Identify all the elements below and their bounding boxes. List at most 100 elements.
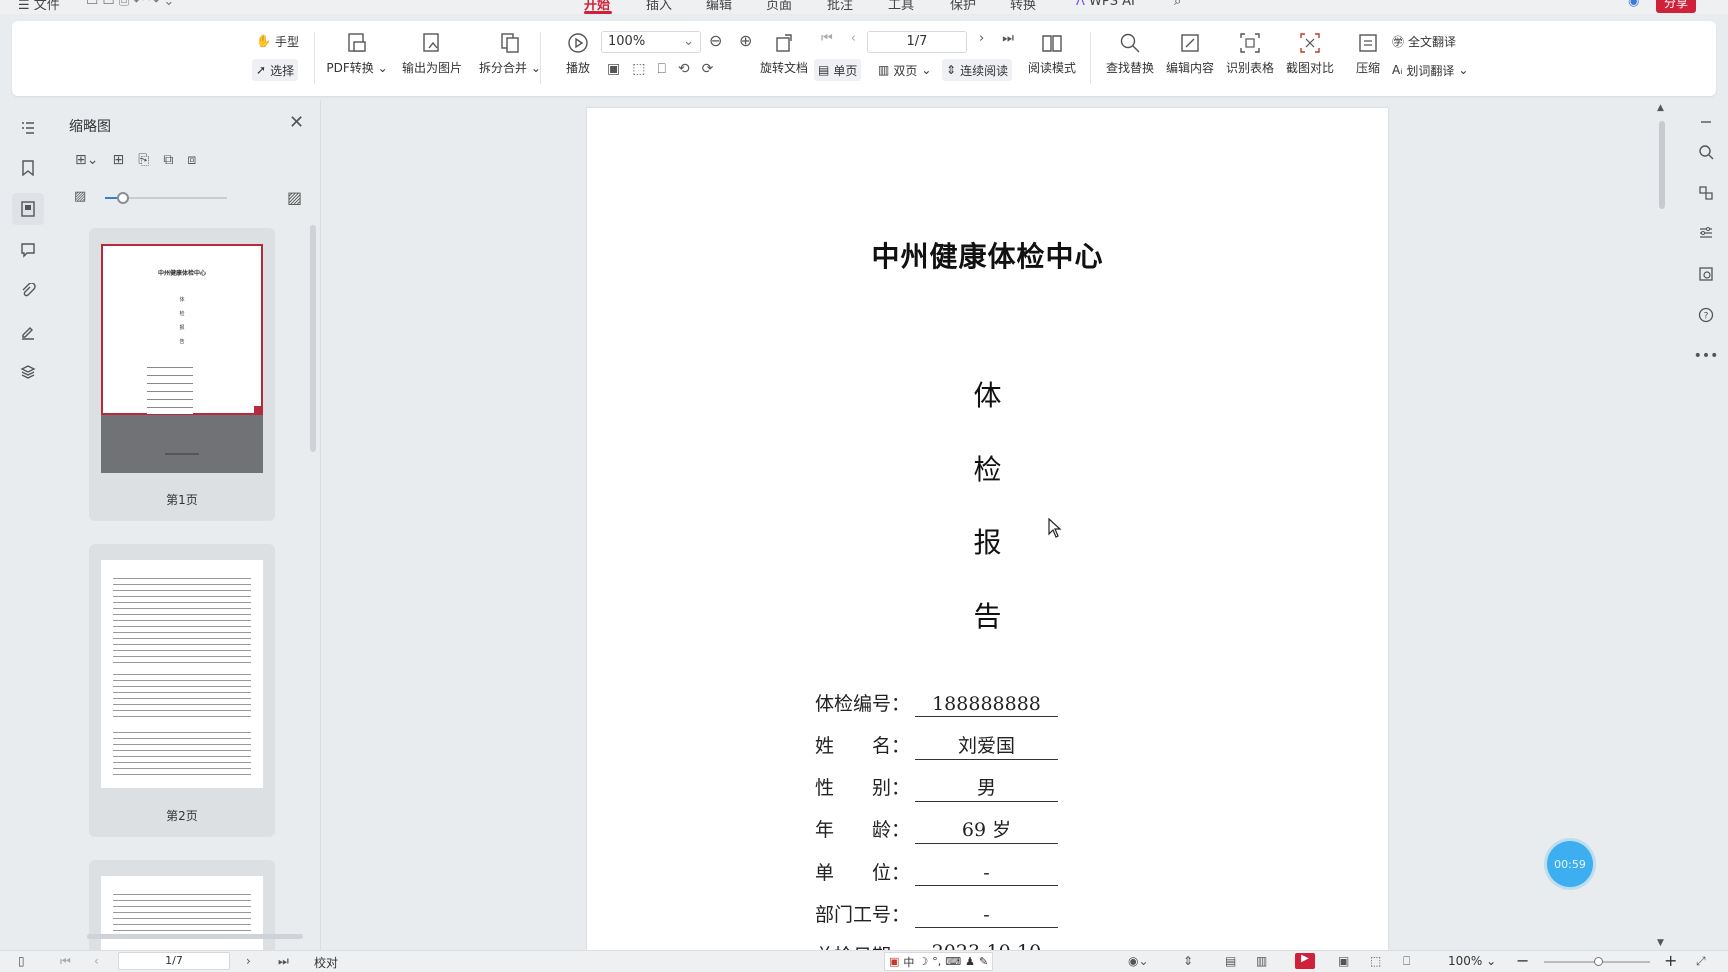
fullscreen-icon[interactable]: ⤢ (1696, 954, 1706, 969)
right-sidebar: ? ••• (1684, 110, 1728, 950)
word-translate-icon: Aᵢ (1392, 63, 1403, 77)
play-button[interactable]: 播放 (556, 30, 600, 76)
rotate-right-icon[interactable]: ⟳ (702, 61, 714, 77)
extract-page-icon[interactable]: ⧉ (163, 152, 173, 168)
layers-icon[interactable] (12, 356, 44, 388)
tab-page[interactable]: 页面 (766, 0, 792, 13)
scroll-down-icon[interactable]: ▼ (1657, 938, 1664, 948)
status-double-page-icon[interactable]: ▥ (1256, 954, 1267, 968)
tab-convert[interactable]: 转换 (1010, 0, 1036, 13)
status-play-icon[interactable]: ▶ (1295, 953, 1315, 969)
status-zoom-slider[interactable] (1544, 957, 1650, 966)
status-fit-icon[interactable]: ▣ (1338, 954, 1349, 968)
status-fullpage-icon[interactable]: ⬚ (1370, 954, 1381, 968)
status-zoom-handle[interactable] (1594, 957, 1603, 966)
reading-mode-button[interactable]: 阅读模式 (1022, 30, 1082, 76)
close-icon[interactable]: ✕ (289, 112, 304, 133)
search-icon[interactable]: ⌕ (1174, 0, 1181, 9)
attachment-icon[interactable] (12, 275, 44, 307)
tab-annotate[interactable]: 批注 (827, 0, 853, 13)
thumbnail-card-page-1[interactable]: 中州健康体检中心 体 检 报 告 第1页 (89, 228, 275, 521)
page-number-input[interactable]: 1/7 (867, 31, 967, 53)
search-panel-icon[interactable] (1694, 140, 1718, 164)
word-translate-button[interactable]: Aᵢ 划词翻译 ⌄ (1388, 59, 1472, 81)
continuous-read-button[interactable]: ⇕ 连续阅读 (942, 59, 1013, 81)
slider-handle[interactable] (117, 192, 130, 204)
document-scrollbar[interactable]: ▲ ▼ (1656, 103, 1666, 948)
panel-horizontal-scrollbar[interactable] (87, 934, 303, 939)
compress-button[interactable]: 压缩 (1346, 30, 1390, 76)
field-exam-number: 体检编号： 188888888 (815, 689, 1058, 717)
status-zoom-out-icon[interactable]: − (1516, 951, 1529, 970)
status-first-page-icon[interactable]: ⏮ (60, 954, 71, 969)
ime-toolbar[interactable]: ▣ 中 ☽ °, ⌨ ♟ ✎ (884, 952, 994, 971)
status-zoom-in-icon[interactable]: + (1664, 951, 1677, 970)
double-page-button[interactable]: ▥ 双页 ⌄ (874, 59, 935, 81)
translate-panel-icon[interactable] (1694, 181, 1718, 205)
tab-tools[interactable]: 工具 (888, 0, 914, 13)
thumbnail-icon[interactable] (12, 193, 44, 225)
insert-page-icon[interactable]: ⊞ (112, 152, 124, 168)
cloud-upload-icon[interactable]: ◉ (1628, 0, 1639, 9)
scroll-up-icon[interactable]: ▲ (1657, 103, 1664, 113)
grid-view-icon[interactable]: ⊞⌄ (75, 152, 98, 168)
zoom-out-icon[interactable]: ⊖ (709, 31, 722, 50)
tab-insert[interactable]: 插入 (646, 0, 672, 13)
thumbnail-zoom-slider[interactable] (105, 192, 227, 204)
select-tool-button[interactable]: ➚ 选择 (252, 59, 299, 81)
help-icon[interactable]: ? (1694, 303, 1718, 327)
reading-panel-icon[interactable] (1694, 262, 1718, 286)
actual-size-icon[interactable]: ▣ (607, 61, 620, 77)
replace-page-icon[interactable]: ⧈ (187, 152, 196, 168)
recording-timer[interactable]: 00:59 (1547, 841, 1593, 887)
minus-icon[interactable] (1694, 110, 1718, 134)
zoom-select[interactable]: 100% ⌄ (601, 31, 701, 53)
bookmark-icon[interactable] (12, 152, 44, 184)
find-replace-button[interactable]: 查找替换 (1100, 30, 1160, 76)
next-page-icon[interactable]: › (979, 31, 984, 46)
single-page-button[interactable]: ▤ 单页 (814, 59, 862, 81)
prev-page-icon[interactable]: ‹ (851, 31, 856, 46)
full-translate-button[interactable]: ㊫全文翻译 (1388, 30, 1460, 52)
page-settings-icon[interactable]: ⎘ (138, 152, 149, 168)
sidebar-toggle-icon[interactable]: ▯ (18, 954, 25, 968)
more-icon[interactable]: ••• (1694, 344, 1719, 368)
tab-protect[interactable]: 保护 (950, 0, 976, 13)
rotate-left-icon[interactable]: ⟲ (678, 61, 690, 77)
status-last-page-icon[interactable]: ⏭ (278, 954, 289, 969)
properties-icon[interactable] (1694, 221, 1718, 245)
proofread-button[interactable]: 校对 (314, 954, 338, 971)
status-next-page-icon[interactable]: › (246, 954, 251, 968)
comment-icon[interactable] (12, 234, 44, 266)
signature-icon[interactable] (12, 316, 44, 348)
status-single-page-icon[interactable]: ▤ (1225, 954, 1236, 968)
fit-page-icon[interactable]: ⬚ (632, 61, 645, 77)
hand-tool-button[interactable]: ✋ 手型 (252, 30, 303, 52)
rotate-doc-button[interactable]: 旋转文档 (754, 30, 814, 76)
scroll-thumb[interactable] (1659, 121, 1665, 209)
status-page-input[interactable]: 1/7 (118, 952, 230, 970)
status-continuous-icon[interactable]: ⇕ (1183, 954, 1193, 968)
zoom-in-icon[interactable]: ⊕ (739, 31, 752, 50)
wps-ai-button[interactable]: ᐱ WPS AI (1076, 0, 1135, 9)
tab-edit[interactable]: 编辑 (706, 0, 732, 13)
split-merge-button[interactable]: 拆分合并 ⌄ (474, 30, 546, 76)
last-page-icon[interactable]: ⏭ (1002, 31, 1014, 46)
recognize-table-button[interactable]: 识别表格 (1220, 30, 1280, 76)
fit-width-icon[interactable]: ⎕ (657, 61, 665, 77)
status-zoom-value[interactable]: 100% ⌄ (1448, 954, 1496, 968)
first-page-icon[interactable]: ⏮ (821, 31, 833, 46)
thumbnail-card-page-2[interactable]: 第2页 (89, 544, 275, 837)
export-image-button[interactable]: 输出为图片 (396, 30, 468, 76)
eye-icon[interactable]: ◉⌄ (1128, 954, 1149, 968)
pdf-convert-button[interactable]: PDF转换 ⌄ (326, 30, 388, 76)
status-prev-page-icon[interactable]: ‹ (94, 954, 99, 968)
panel-scrollbar[interactable] (310, 225, 316, 452)
outline-icon[interactable] (12, 112, 44, 144)
quick-access-icons[interactable]: ▭ ▭ ⎙ ↶ ↷ ⌄ (86, 0, 174, 9)
screenshot-compare-button[interactable]: 截图对比 (1280, 30, 1340, 76)
edit-content-button[interactable]: 编辑内容 (1160, 30, 1220, 76)
share-button[interactable]: 分享 (1656, 0, 1697, 13)
status-fit-width-icon[interactable]: ⎕ (1403, 954, 1410, 969)
file-menu[interactable]: ☰ 文件 (18, 0, 60, 13)
